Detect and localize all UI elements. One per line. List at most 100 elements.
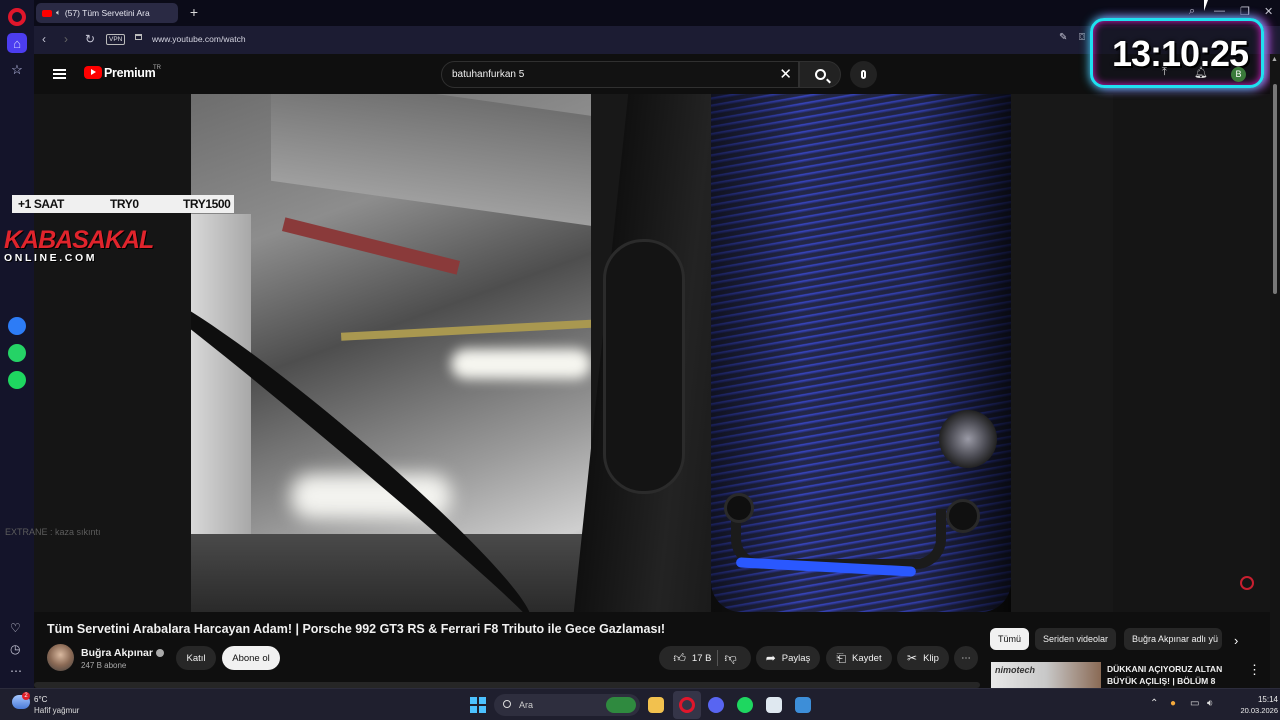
volume-icon[interactable]: 🔉︎ <box>1207 698 1213 709</box>
more-icon[interactable]: ⋯ <box>10 664 22 678</box>
like-count[interactable]: 17 B <box>692 653 712 664</box>
weather-temp[interactable]: 6°C <box>34 695 47 704</box>
search-input[interactable]: batuhanfurkan 5 ✕ <box>441 61 799 88</box>
recommended-thumb-text: nimotech <box>995 665 1036 675</box>
taskbar-search[interactable]: Ara <box>494 694 640 716</box>
channel-avatar[interactable] <box>47 644 74 671</box>
page-scrollbar[interactable]: ▲ <box>1270 54 1280 688</box>
recommended-more-icon[interactable]: ⋮ <box>1248 662 1261 678</box>
promo-item: TRY1500 <box>183 197 231 211</box>
weather-desc[interactable]: Hafif yağmur <box>34 706 79 715</box>
search-button[interactable] <box>799 61 841 88</box>
save-label: Kaydet <box>852 652 882 664</box>
chip-all[interactable]: Tümü <box>990 628 1030 650</box>
app-icon[interactable] <box>766 697 782 713</box>
recommended-thumbnail[interactable]: nimotech <box>991 662 1101 688</box>
opera-player-icon[interactable] <box>1240 576 1254 590</box>
star-icon[interactable]: ☆ <box>7 60 27 80</box>
clip-label: Klip <box>923 652 939 664</box>
promo-item: TRY0 <box>110 197 139 211</box>
windows-start-icon[interactable] <box>470 697 486 713</box>
avatar[interactable]: B <box>1231 67 1246 82</box>
dislike-icon[interactable]: 👎︎ <box>724 651 736 666</box>
channel-name[interactable]: Buğra Akpınar <box>81 647 153 659</box>
video-bolt <box>939 410 997 468</box>
chip-channel[interactable]: Buğra Akpınar adlı yü <box>1124 628 1222 650</box>
back-icon[interactable]: ‹ <box>42 32 46 46</box>
video-bolt-3 <box>946 499 980 533</box>
bookmark-icon: ⎗ <box>836 650 847 665</box>
notifications-icon[interactable]: 🔔︎ <box>1194 66 1208 79</box>
video-bolt-2 <box>724 493 754 523</box>
taskbar-date[interactable]: 20.03.2026 <box>1226 706 1278 715</box>
speaker-icon[interactable]: 🔈︎ <box>56 8 61 18</box>
mic-icon <box>861 70 866 79</box>
history-icon[interactable]: ◷ <box>10 642 20 656</box>
messenger-icon[interactable] <box>8 317 26 335</box>
reload-icon[interactable]: ↻ <box>85 32 95 46</box>
save-button[interactable]: ⎗ Kaydet <box>826 646 892 670</box>
file-explorer-icon[interactable] <box>648 697 664 713</box>
like-icon[interactable]: 👍︎ <box>673 651 686 666</box>
clip-button[interactable]: ✂ Klip <box>897 646 949 670</box>
chip-series[interactable]: Seriden videolar <box>1035 628 1117 650</box>
upload-icon[interactable]: ⤒ <box>1162 66 1167 79</box>
new-tab-button[interactable]: + <box>186 4 202 20</box>
photos-icon[interactable] <box>795 697 811 713</box>
forward-icon[interactable]: › <box>64 32 68 46</box>
chip-label: Tümü <box>998 634 1022 644</box>
url-field[interactable]: www.youtube.com/watch <box>152 34 246 44</box>
menu-icon[interactable] <box>53 69 66 79</box>
chip-label: Buğra Akpınar adlı yü <box>1132 634 1219 644</box>
discord-icon[interactable] <box>708 697 724 713</box>
share-icon: ➦ <box>765 651 776 665</box>
search-highlight-icon <box>606 697 636 713</box>
channel-name-row[interactable]: Buğra Akpınar <box>81 647 164 659</box>
subscribe-button[interactable]: Abone ol <box>222 646 280 670</box>
more-actions-button[interactable]: ⋯ <box>954 646 978 670</box>
spotify-taskbar-icon[interactable] <box>737 697 753 713</box>
scroll-up-icon[interactable]: ▲ <box>1271 56 1278 63</box>
recommended-title[interactable]: DÜKKANI AÇIYORUZ ALTAN BÜYÜK AÇILIŞ! | B… <box>1107 663 1237 687</box>
search-query[interactable]: batuhanfurkan 5 <box>452 69 524 80</box>
youtube-logo-icon[interactable] <box>84 66 102 79</box>
tray-chevron-icon[interactable]: ⌃ <box>1150 698 1158 709</box>
home-icon[interactable]: ⌂ <box>7 33 27 53</box>
share-button[interactable]: ➦ Paylaş <box>756 646 820 670</box>
youtube-brand[interactable]: Premium <box>104 66 156 80</box>
video-frame[interactable] <box>191 94 1113 612</box>
opera-taskbar-icon[interactable] <box>679 697 695 713</box>
windows-taskbar: 2 6°C Hafif yağmur Ara ⌃ ● ▭ 🔉︎ 15:14 20… <box>0 688 1280 720</box>
maximize-icon[interactable]: ❐ <box>1240 5 1250 18</box>
lock-icon[interactable] <box>135 34 142 40</box>
heart-icon[interactable]: ♡ <box>10 621 21 635</box>
close-icon[interactable]: ✕ <box>1264 5 1273 18</box>
chip-label: Seriden videolar <box>1043 634 1109 644</box>
like-divider <box>717 650 719 666</box>
camera-icon[interactable]: ⌼ <box>1079 32 1085 43</box>
mouse-cursor <box>1204 0 1212 11</box>
overlay-footnote: EXTRANE : kaza sıkıntı <box>5 527 101 537</box>
tab-youtube[interactable]: 🔈︎ (57) Tüm Servetini Ara <box>36 3 178 23</box>
subscribe-label: Abone ol <box>232 652 270 664</box>
network-icon[interactable]: ▭ <box>1190 698 1199 709</box>
scroll-thumb[interactable] <box>1273 84 1277 294</box>
whatsapp-icon[interactable] <box>8 344 26 362</box>
clear-search-icon[interactable]: ✕ <box>779 65 792 83</box>
kabasakal-logo: KABASAKAL <box>4 226 154 254</box>
weather-badge: 2 <box>22 692 30 700</box>
join-button[interactable]: Katıl <box>176 646 216 670</box>
promo-item: +1 SAAT <box>18 197 64 211</box>
tray-mic-icon[interactable]: ● <box>1170 698 1176 709</box>
taskbar-time[interactable]: 15:14 <box>1238 695 1278 704</box>
search-tabs-icon[interactable]: ⌕ <box>1189 5 1195 18</box>
chevron-right-icon[interactable]: › <box>1234 633 1238 648</box>
vpn-badge[interactable]: VPN <box>106 34 126 45</box>
opera-logo-icon[interactable] <box>8 8 26 26</box>
edit-icon[interactable]: ✎ <box>1059 32 1067 43</box>
voice-search-button[interactable] <box>850 61 877 88</box>
spotify-icon[interactable] <box>8 371 26 389</box>
share-label: Paylaş <box>781 652 811 664</box>
screen: ⌂ ☆ ♡ ◷ ⋯ 🔈︎ (57) Tüm Servetini Ara + ⌕ … <box>0 0 1280 720</box>
minimize-icon[interactable]: — <box>1214 5 1225 17</box>
